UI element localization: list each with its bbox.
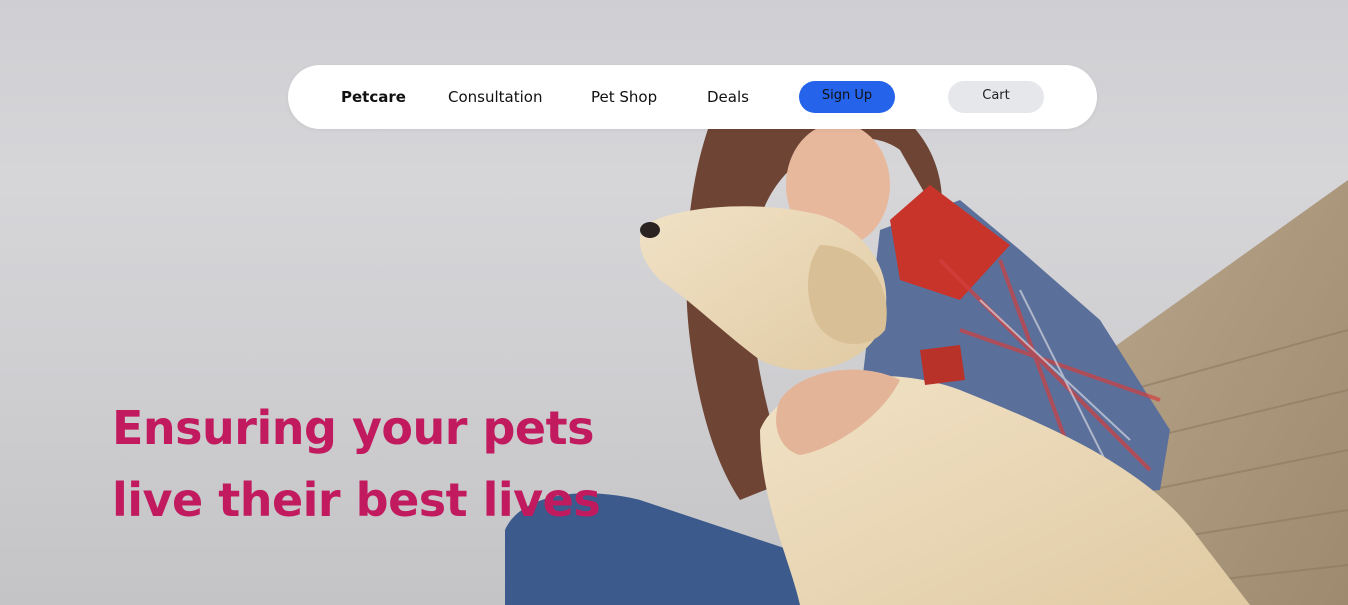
cart-button[interactable]: Cart [948, 81, 1044, 113]
hero-headline: Ensuring your pets live their best lives [112, 392, 601, 536]
nav-link-deals[interactable]: Deals [707, 87, 749, 107]
top-navbar: Petcare Consultation Pet Shop Deals Sign… [288, 65, 1097, 129]
hero-headline-line-1: Ensuring your pets [112, 401, 594, 455]
hero-headline-line-2: live their best lives [112, 473, 601, 527]
nav-link-consultation[interactable]: Consultation [448, 87, 542, 107]
nav-link-pet-shop[interactable]: Pet Shop [591, 87, 657, 107]
brand-logo-link[interactable]: Petcare [341, 87, 406, 107]
sign-up-button[interactable]: Sign Up [799, 81, 895, 113]
